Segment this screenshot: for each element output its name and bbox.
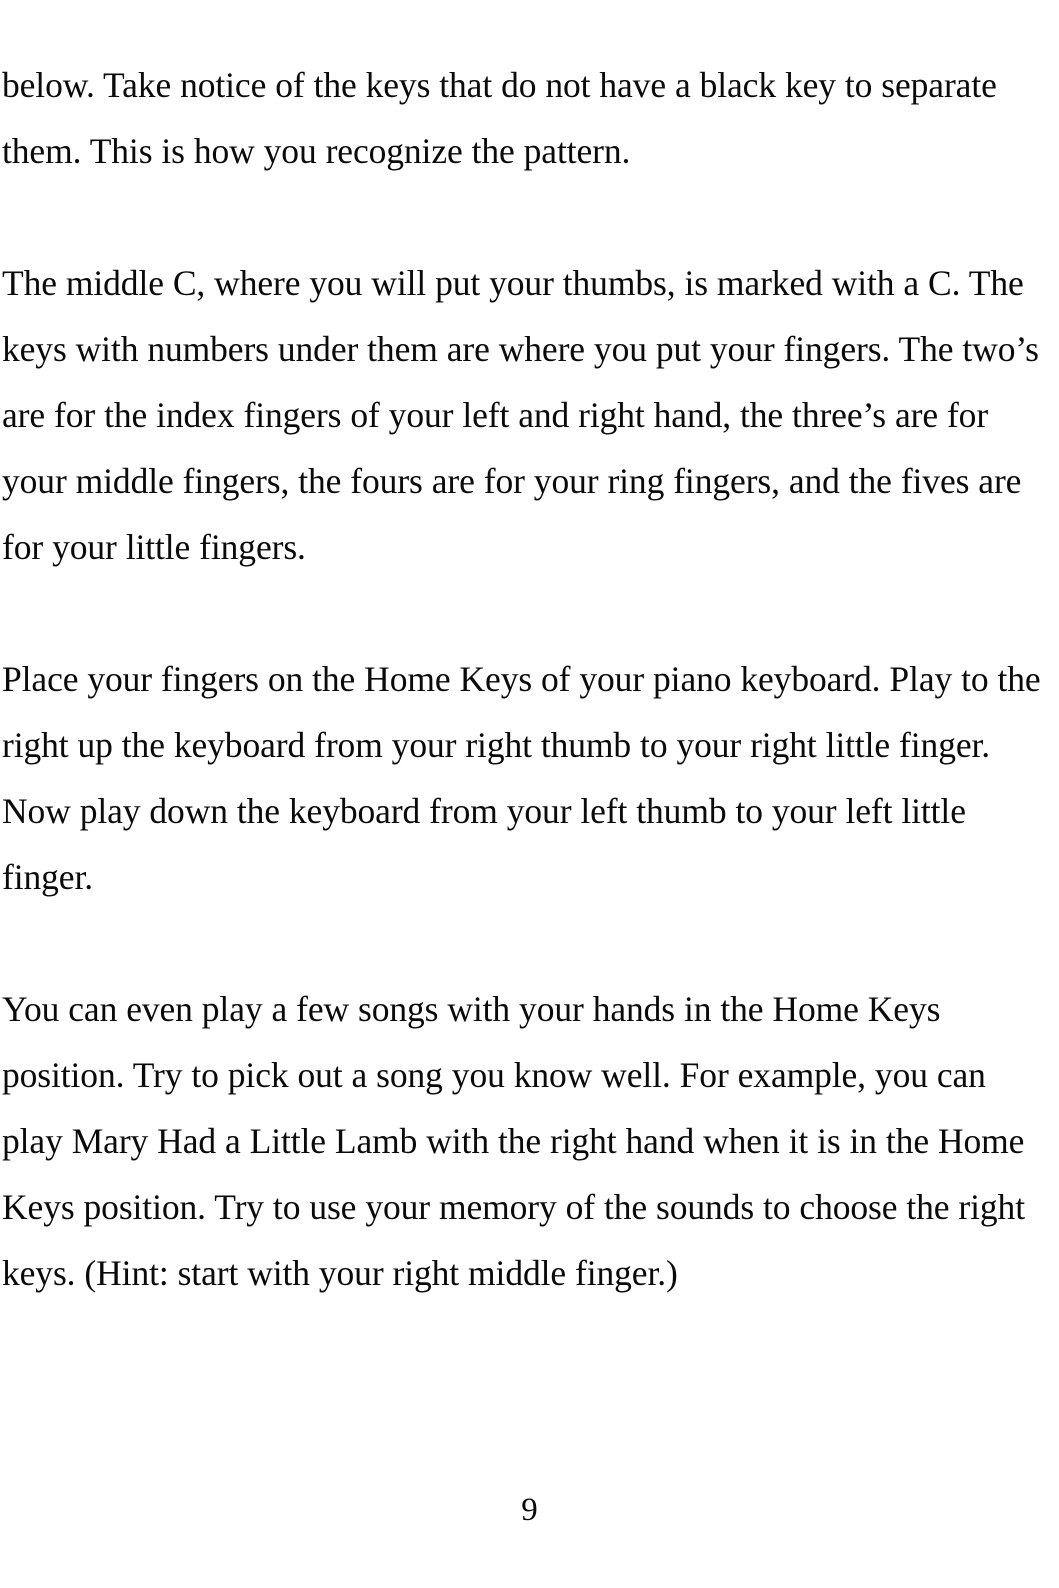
paragraph-home-keys-practice: Place your fingers on the Home Keys of y… xyxy=(2,659,1041,897)
document-page: below. Take notice of the keys that do n… xyxy=(0,0,1059,1588)
paragraph-middle-c-fingers: The middle C, where you will put your th… xyxy=(2,263,1039,567)
paragraph-play-songs: You can even play a few songs with your … xyxy=(2,989,1025,1293)
page-number: 9 xyxy=(521,1492,538,1528)
page-body-text: below. Take notice of the keys that do n… xyxy=(2,52,1051,1306)
paragraph-keys-pattern: below. Take notice of the keys that do n… xyxy=(2,65,997,171)
